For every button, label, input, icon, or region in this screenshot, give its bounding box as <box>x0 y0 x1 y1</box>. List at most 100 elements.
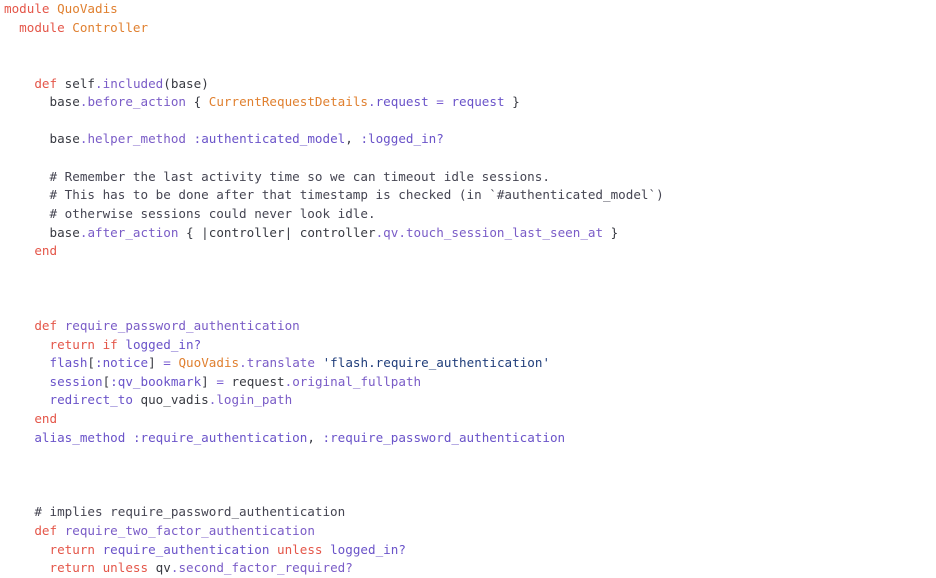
code-line: def self.included(base) <box>0 75 936 94</box>
code-lines-container: module QuoVadis module Controller def se… <box>0 0 936 578</box>
code-token-sym: redirect_to <box>49 392 133 408</box>
code-line: return unless qv.second_factor_required? <box>0 559 936 578</box>
code-token-comment: # Remember the last activity time so we … <box>49 168 550 184</box>
code-token-comment: # otherwise sessions could never look id… <box>49 206 376 222</box>
code-line: module Controller <box>0 19 936 38</box>
code-editor-viewport[interactable]: module QuoVadis module Controller def se… <box>0 0 936 575</box>
code-token-method: original_fullpath <box>292 373 422 389</box>
code-token-method: second_factor_required? <box>178 560 353 576</box>
code-line: session[:qv_bookmark] = request.original… <box>0 373 936 392</box>
code-line: # otherwise sessions could never look id… <box>0 205 936 224</box>
code-token-kw: module <box>4 1 50 16</box>
code-token-kw: unless <box>277 541 323 557</box>
code-token-plain: (base) <box>163 75 209 91</box>
code-token-sym: :authenticated_model <box>193 131 346 147</box>
code-token-sym: alias_method <box>34 429 126 445</box>
code-line: return require_authentication unless log… <box>0 541 936 560</box>
code-token-plain: , <box>345 131 361 147</box>
code-token-kw: def <box>34 75 58 91</box>
code-line: end <box>0 242 936 261</box>
code-token-sym: request <box>451 94 505 110</box>
code-token-sym: :require_authentication <box>132 429 308 445</box>
code-token-const: QuoVadis <box>178 355 240 371</box>
code-token-sym: request <box>375 94 429 110</box>
code-token-punct: = <box>216 373 224 389</box>
code-token-const: CurrentRequestDetails <box>208 94 368 110</box>
code-line: def require_two_factor_authentication <box>0 522 936 541</box>
code-token-kw: def <box>34 522 58 538</box>
code-token-sym: session <box>49 373 103 389</box>
code-token-punct: = <box>163 355 171 371</box>
code-token-sym: logged_in? <box>125 336 202 352</box>
code-line: base. before_action { CurrentRequestDetai… <box>0 93 936 112</box>
code-token-plain: , <box>307 429 323 445</box>
code-token-punct: . <box>368 94 376 110</box>
code-token-plain: } <box>603 224 619 240</box>
code-token-sym: require_authentication <box>102 541 270 557</box>
code-token-kw: return <box>49 541 96 557</box>
code-token-kw: end <box>34 243 58 259</box>
code-token-method: require_password_authentication <box>64 317 300 333</box>
code-token-sym: :qv_bookmark <box>110 373 202 389</box>
code-token-method: after_action <box>87 224 179 240</box>
code-token-plain: request <box>223 373 285 389</box>
code-token-plain: self <box>57 75 96 91</box>
code-token-kw: return <box>49 336 96 352</box>
code-token-kw: end <box>34 411 58 427</box>
code-line: base.helper_method :authenticated_model,… <box>0 130 936 149</box>
code-line: def require_password_authentication <box>0 317 936 336</box>
code-token-comment: # implies require_password_authenticatio… <box>34 504 346 520</box>
code-token-plain: ] <box>148 355 156 371</box>
code-token-plain: qv <box>148 560 171 576</box>
code-token-sym: logged_in? <box>330 541 406 557</box>
code-token-plain: [ <box>87 355 96 371</box>
code-token-plain: } <box>504 94 520 110</box>
code-line: # This has to be done after that timesta… <box>0 186 936 205</box>
code-line: base. after_action { |controller| control… <box>0 224 936 243</box>
code-token-string: 'flash.require_authentication' <box>322 355 551 371</box>
code-token-sym: :notice <box>95 355 149 371</box>
code-token-punct: . <box>398 224 406 240</box>
code-line: flash[:notice] = QuoVadis.translate 'fla… <box>0 354 936 373</box>
code-token-plain: base <box>49 131 80 147</box>
code-token-plain: { <box>186 94 209 110</box>
code-token-plain: quo_vadis <box>132 392 209 408</box>
code-token-method: touch_session_last_seen_at <box>405 224 604 240</box>
code-token-kw: return <box>49 560 96 576</box>
code-token-sym: :logged_in? <box>360 131 444 147</box>
code-token-method: translate <box>246 355 315 371</box>
code-line: module QuoVadis <box>0 0 936 19</box>
code-token-punct: . <box>170 560 179 576</box>
code-line: alias_method :require_authentication, :r… <box>0 429 936 448</box>
code-token-punct: . <box>239 355 247 371</box>
code-token-punct: = <box>436 94 444 110</box>
code-token-kw: def <box>34 317 58 333</box>
code-line: return if logged_in? <box>0 336 936 355</box>
